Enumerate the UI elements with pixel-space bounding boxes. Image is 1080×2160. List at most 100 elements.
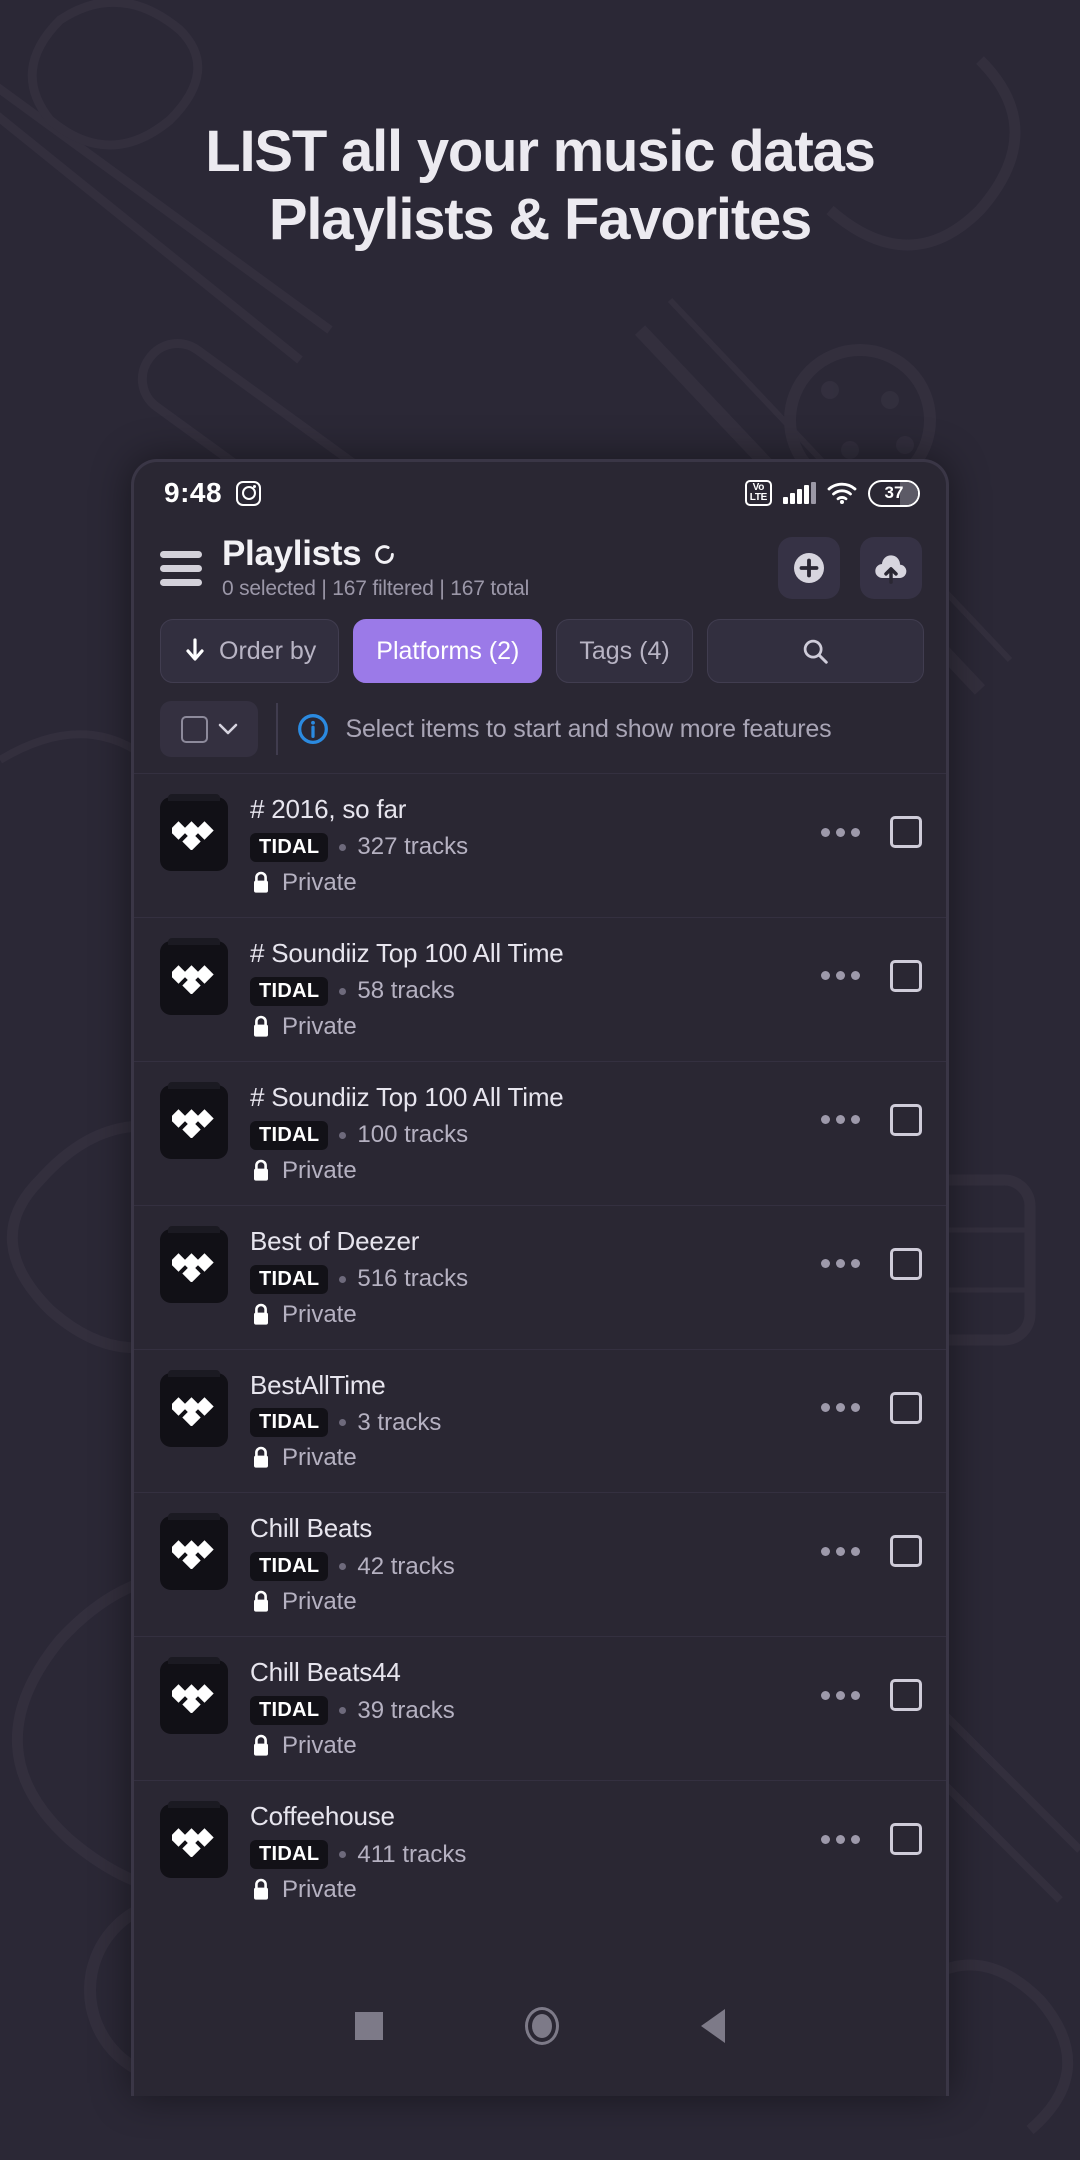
lock-icon (254, 1878, 268, 1900)
playlist-info: BestAllTime TIDAL 3 tracks Private (250, 1370, 799, 1473)
tidal-logo-icon (160, 794, 228, 871)
row-checkbox[interactable] (890, 1679, 922, 1712)
row-checkbox[interactable] (890, 816, 922, 848)
wifi-icon (827, 482, 857, 504)
circle-home-icon[interactable] (525, 2007, 559, 2045)
add-playlist-button[interactable] (778, 536, 840, 599)
platforms-chip[interactable]: Platforms (2) (353, 619, 543, 683)
playlist-privacy: Private (250, 1444, 799, 1472)
privacy-label: Private (282, 1300, 357, 1328)
privacy-label: Private (282, 1876, 357, 1904)
playlist-privacy: Private (250, 1301, 799, 1329)
more-options-icon[interactable] (821, 1115, 860, 1125)
triangle-back-icon[interactable] (701, 2009, 725, 2043)
row-checkbox[interactable] (890, 1535, 922, 1568)
arrow-down-icon (186, 638, 204, 661)
playlist-row[interactable]: Chill Beats TIDAL 42 tracks Private (134, 1492, 946, 1636)
playlist-row[interactable]: BestAllTime TIDAL 3 tracks Private (134, 1348, 946, 1493)
playlist-row[interactable]: Chill Beats44 TIDAL 39 tracks Private (134, 1636, 946, 1780)
hamburger-menu-icon[interactable] (160, 549, 202, 586)
tags-chip[interactable]: Tags (4) (556, 619, 693, 683)
playlist-row[interactable]: Best of Deezer TIDAL 516 tracks Private (134, 1204, 946, 1349)
tidal-logo-icon (160, 1225, 228, 1303)
playlist-meta: TIDAL 327 tracks (250, 832, 799, 862)
volte-icon: Vo LTE (744, 480, 772, 506)
more-options-icon[interactable] (821, 971, 860, 981)
playlist-info: # Soundiiz Top 100 All Time TIDAL 100 trac… (250, 1082, 799, 1185)
tidal-logo-icon (160, 937, 228, 1015)
selection-hint: Select items to start and show more feat… (296, 712, 832, 746)
playlist-meta: TIDAL 100 tracks (250, 1120, 799, 1150)
lock-icon (254, 1735, 268, 1756)
playlist-meta: TIDAL 39 tracks (250, 1696, 799, 1726)
more-options-icon[interactable] (821, 1834, 860, 1844)
tags-label: Tags (4) (579, 636, 670, 665)
playlist-name: Coffeehouse (250, 1801, 395, 1832)
header-title-block: Playlists 0 selected | 167 filtered | 16… (222, 534, 758, 601)
privacy-label: Private (282, 1588, 357, 1616)
playlist-privacy: Private (250, 1732, 799, 1760)
android-navigation-bar (134, 1984, 946, 2068)
playlist-name: Chill Beats44 (250, 1657, 401, 1688)
plus-circle-icon (794, 552, 824, 583)
more-options-icon[interactable] (821, 1259, 860, 1269)
selection-bar: Select items to start and show more feat… (134, 683, 946, 773)
select-all-dropdown[interactable] (160, 701, 258, 757)
playlist-name: # Soundiiz Top 100 All Time (250, 1081, 564, 1112)
lock-icon (254, 871, 268, 893)
track-count: 411 tracks (357, 1840, 467, 1868)
lock-icon (254, 1159, 268, 1181)
playlist-row[interactable]: # Soundiiz Top 100 All Time TIDAL 100 trac… (134, 1060, 946, 1205)
playlist-row-controls (821, 1801, 922, 1856)
track-count: 516 tracks (357, 1265, 469, 1293)
more-options-icon[interactable] (821, 1546, 860, 1556)
playlist-name: BestAllTime (250, 1369, 386, 1400)
playlist-meta: TIDAL 3 tracks (250, 1408, 799, 1438)
playlist-row[interactable]: Coffeehouse TIDAL 411 tracks Private (134, 1780, 946, 1924)
playlist-info: # 2016, so far TIDAL 327 tracks Private (250, 794, 799, 897)
status-bar-left: 9:48 (164, 477, 262, 509)
filter-bar: Order by Platforms (2) Tags (4) (134, 615, 946, 683)
status-bar: 9:48 Vo LTE 37 (134, 462, 946, 524)
order-by-chip[interactable]: Order by (160, 619, 340, 683)
more-options-icon[interactable] (821, 1690, 860, 1700)
battery-level-text: 37 (884, 483, 904, 502)
volte-bottom-text: LTE (749, 492, 768, 503)
playlist-row-controls (821, 1370, 922, 1424)
checkbox-unchecked-icon (180, 715, 208, 743)
row-checkbox[interactable] (890, 1391, 922, 1424)
platforms-label: Platforms (2) (376, 636, 520, 665)
battery-indicator: 37 (868, 479, 920, 507)
privacy-label: Private (282, 1732, 357, 1760)
playlist-row[interactable]: # 2016, so far TIDAL 327 tracks Private (134, 773, 946, 917)
playlist-row-controls (821, 794, 922, 848)
more-options-icon[interactable] (821, 827, 860, 837)
more-options-icon[interactable] (821, 1403, 860, 1413)
row-checkbox[interactable] (890, 959, 922, 992)
playlist-list[interactable]: # 2016, so far TIDAL 327 tracks Private # So… (134, 773, 946, 1924)
page-title: Playlists (222, 534, 362, 573)
playlist-name: Best of Deezer (250, 1225, 420, 1256)
platform-badge: TIDAL (250, 1696, 329, 1726)
row-checkbox[interactable] (890, 1103, 922, 1136)
upload-button[interactable] (860, 536, 922, 599)
refresh-icon[interactable] (371, 541, 398, 568)
privacy-label: Private (282, 1012, 357, 1040)
tidal-logo-icon (160, 1513, 228, 1591)
playlist-name: Chill Beats (250, 1513, 373, 1544)
platform-badge: TIDAL (250, 976, 329, 1006)
row-checkbox[interactable] (890, 1247, 922, 1280)
search-chip[interactable] (706, 619, 924, 683)
playlist-row[interactable]: # Soundiiz Top 100 All Time TIDAL 58 track… (134, 916, 946, 1061)
selection-summary: 0 selected | 167 filtered | 167 total (222, 577, 530, 600)
square-recents-icon[interactable] (355, 2012, 383, 2040)
playlist-privacy: Private (250, 1157, 799, 1185)
privacy-label: Private (282, 1156, 357, 1184)
playlist-name: # 2016, so far (250, 794, 407, 824)
playlist-info: Chill Beats44 TIDAL 39 tracks Private (250, 1657, 799, 1760)
headline-line-1: LIST all your music datas (205, 119, 876, 184)
tidal-logo-icon (160, 1801, 228, 1879)
track-count: 3 tracks (357, 1408, 442, 1436)
lock-icon (254, 1303, 268, 1325)
row-checkbox[interactable] (890, 1823, 922, 1856)
